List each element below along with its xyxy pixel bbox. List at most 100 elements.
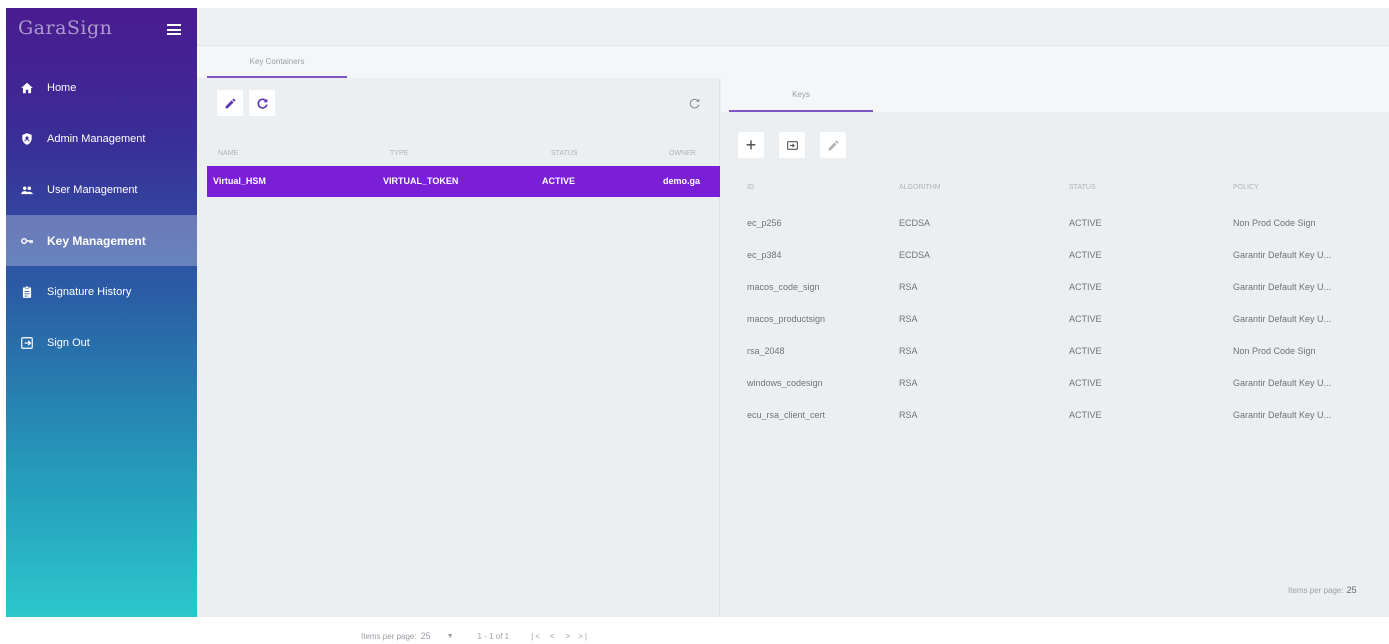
table-row[interactable]: ec_p384 ECDSA ACTIVE Garantir Default Ke… [721, 239, 1389, 271]
cell-policy: Garantir Default Key U... [1233, 250, 1332, 260]
sidebar-nav: Home Admin Management User Management Ke… [6, 62, 197, 368]
cell-id: ec_p384 [747, 250, 782, 260]
column-header-type[interactable]: TYPE [390, 150, 408, 157]
import-icon [786, 140, 798, 150]
sidebar-item-label: Key Management [47, 233, 146, 248]
column-header-owner[interactable]: OWNER [669, 150, 696, 157]
shield-icon [20, 132, 34, 146]
cell-status: ACTIVE [1069, 250, 1102, 260]
keys-paginator: Items per page: 25 [1288, 582, 1357, 598]
cell-name: Virtual_HSM [213, 176, 266, 186]
cell-id: macos_code_sign [747, 282, 820, 292]
chevron-down-icon[interactable]: ▼ [447, 633, 454, 640]
top-bar [197, 8, 1389, 46]
column-header-status[interactable]: STATUS [1069, 184, 1096, 191]
sidebar-item-key-management[interactable]: Key Management [6, 215, 197, 266]
sidebar-item-label: Admin Management [47, 132, 146, 145]
add-key-button[interactable]: + [738, 132, 764, 158]
key-icon [20, 234, 34, 248]
items-per-page-select[interactable]: 25 [421, 631, 431, 641]
sidebar-item-admin-management[interactable]: Admin Management [6, 113, 197, 164]
items-per-page-select[interactable]: 25 [1347, 585, 1357, 595]
cell-policy: Garantir Default Key U... [1233, 282, 1332, 292]
page-range: 1 - 1 of 1 [477, 631, 510, 641]
items-per-page-label: Items per page: [1288, 585, 1344, 595]
keys-tab-bar: Keys [721, 78, 1389, 112]
sidebar-item-user-management[interactable]: User Management [6, 164, 197, 215]
next-page-icon[interactable]: > [566, 632, 571, 641]
cell-policy: Garantir Default Key U... [1233, 314, 1332, 324]
hamburger-menu-icon[interactable] [167, 24, 181, 35]
last-page-icon[interactable]: >| [578, 632, 589, 641]
cell-status: ACTIVE [1069, 378, 1102, 388]
clipboard-icon [20, 285, 34, 299]
table-row[interactable]: rsa_2048 RSA ACTIVE Non Prod Code Sign [721, 335, 1389, 367]
cell-algorithm: ECDSA [899, 250, 931, 260]
items-per-page-label: Items per page: [361, 631, 417, 641]
sidebar-item-label: Sign Out [47, 336, 90, 349]
tab-key-containers[interactable]: Key Containers [207, 46, 347, 78]
brand-logo: GaraSign [18, 17, 113, 39]
app-root: GaraSign Home Admin Management User Mana… [6, 8, 1389, 641]
pencil-icon [225, 98, 235, 108]
column-header-algorithm[interactable]: ALGORITHM [899, 184, 941, 191]
cell-id: macos_productsign [747, 314, 826, 324]
first-page-icon[interactable]: |< [531, 632, 542, 641]
sign-out-icon [20, 336, 34, 350]
edit-container-button[interactable] [217, 90, 243, 116]
cell-policy: Non Prod Code Sign [1233, 218, 1316, 228]
cell-status: ACTIVE [1069, 410, 1102, 420]
pencil-icon [828, 140, 838, 150]
refresh-icon [257, 98, 268, 109]
cell-type: VIRTUAL_TOKEN [383, 176, 459, 186]
home-icon [20, 81, 34, 95]
containers-table-header: NAME TYPE STATUS OWNER [197, 140, 720, 166]
cell-status: ACTIVE [1069, 314, 1102, 324]
keys-table-header: ID ALGORITHM STATUS POLICY [721, 174, 1389, 200]
cell-policy: Garantir Default Key U... [1233, 410, 1332, 420]
tab-keys[interactable]: Keys [729, 78, 873, 112]
sidebar: GaraSign Home Admin Management User Mana… [6, 8, 197, 617]
keys-panel: Keys + ID ALGORITHM STATUS POLICY ec_p25… [721, 78, 1389, 617]
column-header-status[interactable]: STATUS [551, 150, 578, 157]
cell-algorithm: RSA [899, 346, 918, 356]
cell-status: ACTIVE [542, 176, 576, 186]
cell-id: windows_codesign [747, 378, 823, 388]
table-row[interactable]: windows_codesign RSA ACTIVE Garantir Def… [721, 367, 1389, 399]
plus-icon: + [745, 134, 757, 155]
table-row[interactable]: ec_p256 ECDSA ACTIVE Non Prod Code Sign [721, 207, 1389, 239]
sidebar-item-home[interactable]: Home [6, 62, 197, 113]
cell-owner: demo.ga [663, 176, 701, 186]
sidebar-item-label: User Management [47, 183, 138, 196]
cell-algorithm: RSA [899, 282, 918, 292]
sidebar-item-label: Home [47, 81, 77, 94]
users-icon [20, 183, 34, 197]
cell-policy: Garantir Default Key U... [1233, 378, 1332, 388]
cell-id: rsa_2048 [747, 346, 785, 356]
edit-key-button[interactable] [820, 132, 846, 158]
cell-status: ACTIVE [1069, 218, 1102, 228]
reload-button[interactable] [681, 90, 707, 116]
import-key-button[interactable] [779, 132, 805, 158]
column-header-id[interactable]: ID [747, 184, 754, 191]
cell-algorithm: ECDSA [899, 218, 931, 228]
cell-status: ACTIVE [1069, 346, 1102, 356]
refresh-containers-button[interactable] [249, 90, 275, 116]
cell-algorithm: RSA [899, 378, 918, 388]
containers-paginator: Items per page: 25 ▼ 1 - 1 of 1 |< < > >… [361, 628, 589, 644]
table-row[interactable]: ecu_rsa_client_cert RSA ACTIVE Garantir … [721, 399, 1389, 431]
table-row[interactable]: macos_code_sign RSA ACTIVE Garantir Defa… [721, 271, 1389, 303]
table-row[interactable]: macos_productsign RSA ACTIVE Garantir De… [721, 303, 1389, 335]
sidebar-item-signature-history[interactable]: Signature History [6, 266, 197, 317]
cell-id: ecu_rsa_client_cert [747, 410, 826, 420]
container-tab-bar: Key Containers [197, 46, 1389, 78]
sidebar-item-sign-out[interactable]: Sign Out [6, 317, 197, 368]
cell-algorithm: RSA [899, 410, 918, 420]
column-header-policy[interactable]: POLICY [1233, 184, 1259, 191]
sidebar-item-label: Signature History [47, 285, 132, 298]
previous-page-icon[interactable]: < [550, 632, 555, 641]
refresh-icon [689, 98, 699, 108]
cell-status: ACTIVE [1069, 282, 1102, 292]
table-row-selected[interactable]: Virtual_HSM VIRTUAL_TOKEN ACTIVE demo.ga [207, 166, 720, 197]
column-header-name[interactable]: NAME [218, 150, 238, 157]
